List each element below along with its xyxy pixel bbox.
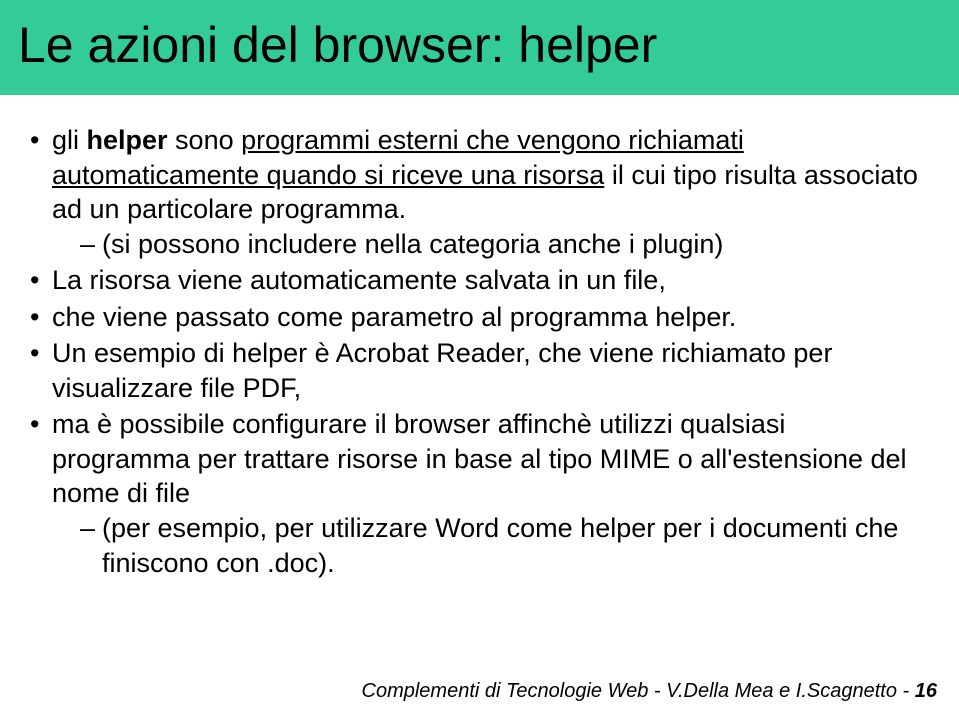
bullet-list: gli helper sono programmi esterni che ve… [30, 123, 929, 580]
sub-list: (si possono includere nella categoria an… [52, 227, 929, 262]
text: che viene passato come parametro al prog… [52, 302, 736, 332]
bold-text: helper [87, 125, 168, 155]
slide-title: Le azioni del browser: helper [18, 18, 941, 73]
text: La risorsa viene automaticamente salvata… [52, 265, 666, 295]
slide: Le azioni del browser: helper gli helper… [0, 0, 959, 719]
text: ma è possibile configurare il browser af… [52, 409, 907, 508]
list-item: che viene passato come parametro al prog… [30, 300, 929, 335]
list-item: Un esempio di helper è Acrobat Reader, c… [30, 336, 929, 405]
text: sono [168, 125, 242, 155]
slide-content: gli helper sono programmi esterni che ve… [0, 95, 959, 580]
text: Un esempio di helper è Acrobat Reader, c… [52, 338, 832, 403]
sub-list: (per esempio, per utilizzare Word come h… [52, 511, 929, 580]
list-item: ma è possibile configurare il browser af… [30, 407, 929, 580]
list-item: (per esempio, per utilizzare Word come h… [80, 511, 929, 580]
list-item: gli helper sono programmi esterni che ve… [30, 123, 929, 261]
slide-footer: Complementi di Tecnologie Web - V.Della … [362, 680, 938, 703]
page-number: 16 [915, 680, 937, 702]
footer-text: Complementi di Tecnologie Web - V.Della … [362, 680, 915, 702]
list-item: (si possono includere nella categoria an… [80, 227, 929, 262]
text: gli [52, 125, 87, 155]
title-band: Le azioni del browser: helper [0, 0, 959, 95]
text: (per esempio, per utilizzare Word come h… [102, 513, 898, 578]
text: (si possono includere nella categoria an… [102, 229, 723, 259]
list-item: La risorsa viene automaticamente salvata… [30, 263, 929, 298]
